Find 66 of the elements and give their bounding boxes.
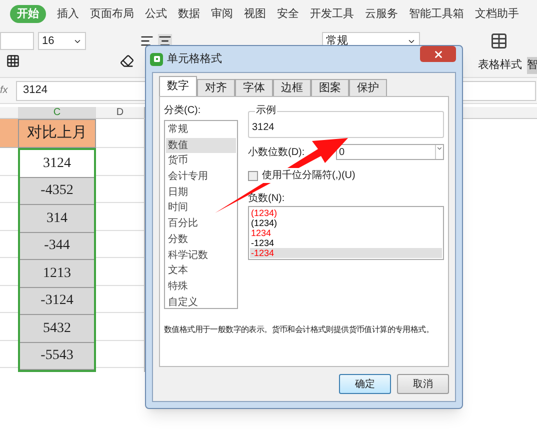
menu-tab[interactable]: 智能工具箱 [409,6,464,22]
menu-tab[interactable]: 视图 [244,6,266,22]
fx-label: fx [0,84,9,98]
menu-tab[interactable]: 文档助手 [475,6,519,22]
category-item[interactable]: 科学记数 [166,248,236,264]
close-button[interactable] [420,46,456,62]
negative-label: 负数(N): [248,192,286,206]
eraser-icon[interactable] [120,54,134,68]
menu-tab[interactable]: 审阅 [211,6,233,22]
menu-tab[interactable]: 插入 [57,6,79,22]
dialog-tab[interactable]: 边框 [273,79,311,96]
dialog-title: 单元格格式 [167,52,222,67]
dialog-tab[interactable]: 对齐 [197,79,235,96]
table-cell[interactable]: -3124 [20,288,94,315]
font-size-field[interactable]: 16 [38,32,86,50]
table-cell[interactable]: 1213 [20,260,94,288]
category-item[interactable]: 会计专用 [166,169,236,185]
category-item[interactable]: 货币 [166,153,236,170]
menu-tab[interactable]: 云服务 [365,6,398,22]
border-icon[interactable] [6,54,20,68]
description-text: 数值格式用于一般数字的表示。货币和会计格式则提供货币值计算的专用格式。 [164,324,434,336]
smart-button[interactable]: 智 [527,57,537,74]
table-style-icon[interactable] [490,32,508,50]
menu-tab[interactable]: 页面布局 [90,6,134,22]
menu-tab[interactable]: 公式 [145,6,167,22]
category-item[interactable]: 分数 [166,232,236,248]
table-cell[interactable]: -4352 [20,178,94,205]
table-cell[interactable]: -5543 [20,342,94,370]
table-cell[interactable]: -344 [20,232,94,260]
header-cell: 对比上月 [18,119,96,148]
category-item[interactable]: 时间 [166,200,236,216]
align-icon[interactable] [140,34,154,48]
negative-item[interactable]: 1234 [250,228,442,238]
dialog-tab[interactable]: 图案 [311,79,349,96]
sample-label: 示例 [255,105,277,117]
thousands-label: 使用千位分隔符(,)(U) [262,168,356,183]
close-icon [432,48,444,60]
dialog-tab[interactable]: 字体 [235,79,273,96]
app-icon [150,52,163,66]
negative-item[interactable]: -1234 [250,238,442,248]
negative-item[interactable]: (1234) [250,208,442,218]
table-cell[interactable]: 5432 [20,315,94,342]
category-item[interactable]: 自定义 [166,294,236,310]
negative-item[interactable]: (1234) [250,218,442,228]
table-style-button[interactable]: 表格样式 [478,57,522,74]
decimal-label: 小数位数(D): [248,146,305,160]
category-item[interactable]: 特殊 [166,278,236,295]
menu-tab[interactable]: 开发工具 [310,6,354,22]
menu-tab[interactable]: 安全 [277,6,299,22]
menu-tab[interactable]: 数据 [178,6,200,22]
dialog-button[interactable]: 确定 [339,374,391,394]
category-item[interactable]: 数值 [166,138,236,154]
category-label: 分类(C): [164,104,202,118]
dialog-button[interactable]: 取消 [397,374,449,394]
header-cell [0,119,18,148]
font-name-field[interactable] [0,32,34,50]
thousands-checkbox[interactable] [248,170,258,180]
spinner-icon [436,145,443,152]
sample-value: 3124 [252,121,274,135]
category-item[interactable]: 百分比 [166,216,236,232]
table-cell[interactable]: 314 [20,205,94,232]
category-item[interactable]: 常规 [166,122,236,138]
dialog-tab[interactable]: 保护 [349,79,387,96]
dialog-tab[interactable]: 数字 [159,76,197,96]
category-item[interactable]: 日期 [166,184,236,200]
category-item[interactable]: 文本 [166,263,236,279]
